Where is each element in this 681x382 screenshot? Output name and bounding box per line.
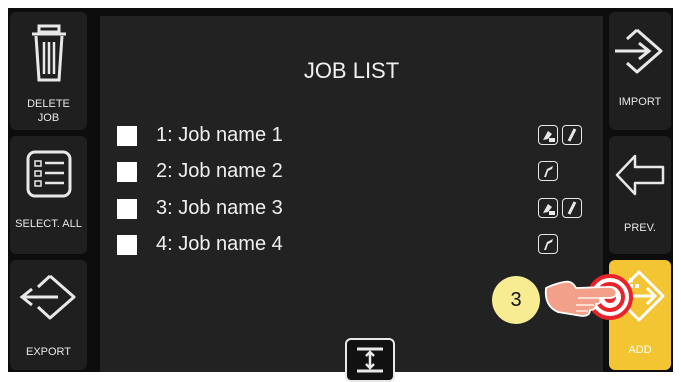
page-title: JOB LIST <box>303 58 400 83</box>
delete-label-line1: DELETE <box>27 98 70 110</box>
import-label: IMPORT <box>618 96 662 108</box>
trash-icon <box>32 24 66 82</box>
electrode-icon <box>562 125 582 145</box>
step-badge: 3 <box>492 276 540 324</box>
previous-label: PREV. <box>623 222 656 234</box>
checklist-icon <box>26 150 72 198</box>
job-name: 4: Job name 4 <box>156 233 283 255</box>
dc-welding-torch-icon <box>538 125 558 145</box>
job-row[interactable]: 2: Job name 2 <box>100 156 603 186</box>
job-name: 3: Job name 3 <box>156 197 283 219</box>
job-checkbox[interactable] <box>117 162 137 182</box>
dc-welding-torch-icon <box>538 198 558 218</box>
export-label: EXPORT <box>25 346 72 358</box>
export-arrow-icon <box>19 274 76 320</box>
add-label: ADD <box>628 344 652 356</box>
select-all-label: SELECT. ALL <box>15 218 82 230</box>
job-row[interactable]: 3: Job name 3 <box>100 193 603 223</box>
export-button[interactable]: EXPORT <box>10 260 87 370</box>
electrode-icon <box>562 198 582 218</box>
import-arrow-icon <box>615 28 663 74</box>
job-name: 2: Job name 2 <box>156 160 283 182</box>
delete-job-button[interactable]: DELETE JOB <box>10 12 87 130</box>
expand-collapse-button[interactable] <box>345 338 395 382</box>
previous-button[interactable]: PREV. <box>609 136 671 254</box>
job-row[interactable]: 4: Job name 4 <box>100 229 603 259</box>
job-checkbox[interactable] <box>117 199 137 219</box>
import-button[interactable]: IMPORT <box>609 12 671 130</box>
tig-torch-icon <box>538 161 558 181</box>
job-checkbox[interactable] <box>117 235 137 255</box>
job-checkbox[interactable] <box>117 126 137 146</box>
delete-label-line2: JOB <box>37 112 60 124</box>
back-arrow-icon <box>615 154 665 196</box>
select-all-button[interactable]: SELECT. ALL <box>10 136 87 254</box>
expand-vertical-icon <box>357 347 383 373</box>
job-name: 1: Job name 1 <box>156 124 283 146</box>
job-row[interactable]: 1: Job name 1 <box>100 120 603 150</box>
pointing-hand-icon <box>544 280 618 317</box>
tig-torch-icon <box>538 234 558 254</box>
